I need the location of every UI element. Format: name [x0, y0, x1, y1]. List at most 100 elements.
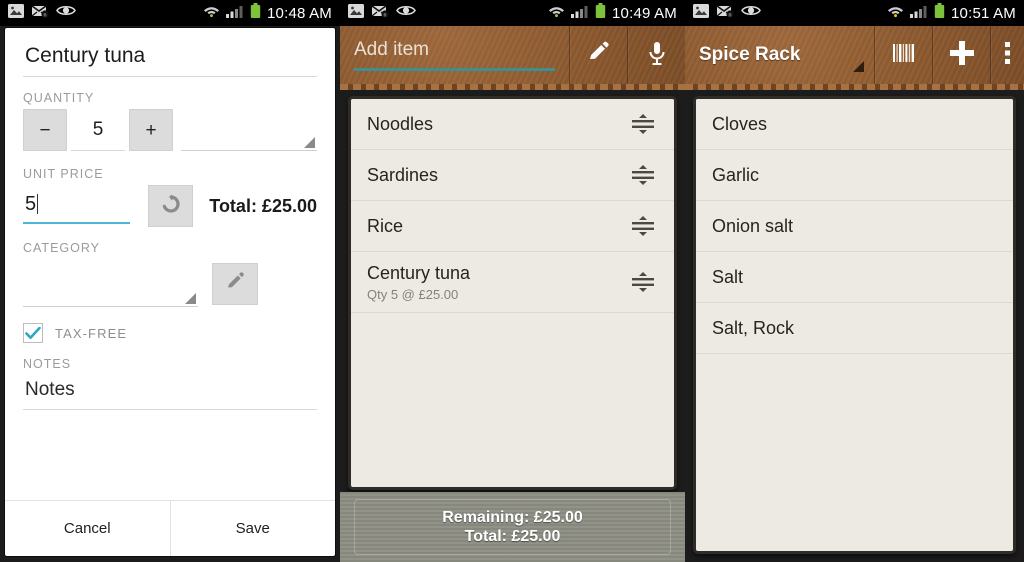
barcode-icon [891, 40, 917, 71]
drag-handle-icon[interactable] [628, 215, 658, 237]
quantity-value[interactable]: 5 [71, 109, 125, 151]
image-icon [348, 3, 364, 23]
unit-price-value: 5 [25, 192, 37, 215]
overflow-menu-button[interactable] [990, 26, 1024, 84]
list-item[interactable]: Garlic [696, 150, 1013, 201]
wifi-icon [203, 4, 220, 23]
phone-screen-item-form: n 10:48 AM Century tuna QUANTITY − 5 + U… [0, 0, 340, 562]
list-item-subtitle: Qty 5 @ £25.00 [367, 286, 459, 302]
undo-icon [160, 193, 182, 220]
status-bar-left-icons: n [8, 3, 76, 23]
signal-icon [910, 4, 928, 23]
list-item[interactable]: Onion salt [696, 201, 1013, 252]
status-bar-right-icons: 10:51 AM [887, 2, 1016, 24]
item-form-body: Century tuna QUANTITY − 5 + UNIT PRICE 5 [5, 28, 335, 500]
drag-handle-icon[interactable] [628, 271, 658, 293]
list-item-texts: Salt [712, 267, 997, 288]
cancel-button[interactable]: Cancel [5, 501, 170, 556]
battery-icon [595, 2, 606, 24]
quantity-decrement-button[interactable]: − [23, 109, 67, 151]
pencil-icon [224, 271, 246, 298]
list-item-title: Salt [712, 266, 744, 287]
image-icon [8, 3, 24, 23]
list-item[interactable]: Salt, Rock [696, 303, 1013, 354]
status-bar-clock: 10:51 AM [951, 4, 1016, 22]
header-stitch-decoration [685, 84, 1024, 90]
microphone-icon [645, 40, 669, 71]
list-item-title: Garlic [712, 164, 760, 185]
phone-screen-shopping-list: n 10:49 AM Add item Noodles Sardines Ric… [340, 0, 685, 562]
list-item[interactable]: Noodles [351, 99, 674, 150]
add-item-input[interactable]: Add item [354, 39, 555, 71]
status-bar-clock: 10:48 AM [267, 4, 332, 22]
list-item-texts: Cloves [712, 114, 997, 135]
phone-screen-spice-rack: n 10:51 AM Spice Rack Cloves Garlic Onio… [685, 0, 1024, 562]
total-amount: Total: £25.00 [464, 527, 561, 545]
list-item-texts: Onion salt [712, 216, 997, 237]
unit-price-label: UNIT PRICE [23, 167, 104, 181]
signal-icon [571, 4, 589, 23]
signal-icon [226, 4, 244, 23]
list-item-title: Cloves [712, 113, 768, 134]
unit-price-row: 5 Total: £25.00 [23, 185, 317, 227]
list-item-title: Rice [367, 215, 404, 236]
tax-free-checkbox[interactable] [23, 323, 43, 343]
wifi-icon [887, 4, 904, 23]
tax-free-label: TAX-FREE [55, 325, 128, 341]
barcode-scan-button[interactable] [874, 26, 932, 84]
overflow-menu-icon [1004, 40, 1011, 71]
status-bar-3: n 10:51 AM [685, 0, 1024, 26]
status-bar-right-icons: 10:49 AM [548, 2, 677, 24]
add-item-input-wrap: Add item [354, 39, 555, 71]
list-item[interactable]: Salt [696, 252, 1013, 303]
save-button[interactable]: Save [169, 501, 336, 556]
three-phone-screenshots: n 10:48 AM Century tuna QUANTITY − 5 + U… [0, 0, 1024, 562]
status-bar-2: n 10:49 AM [340, 0, 685, 26]
voice-input-button[interactable] [627, 26, 685, 84]
list-item-texts: Garlic [712, 165, 997, 186]
text-caret [37, 193, 39, 214]
chevron-down-icon [185, 293, 196, 304]
plus-icon [947, 38, 977, 73]
drag-handle-icon[interactable] [628, 113, 658, 135]
category-row [23, 259, 317, 307]
no-sms-icon: n [31, 4, 49, 23]
header-stitch-decoration [340, 84, 685, 90]
notes-input[interactable]: Notes [23, 375, 317, 410]
unit-price-input[interactable]: 5 [23, 189, 131, 224]
list-item[interactable]: Cloves [696, 99, 1013, 150]
edit-item-button[interactable] [569, 26, 627, 84]
item-form-card: Century tuna QUANTITY − 5 + UNIT PRICE 5 [5, 28, 335, 556]
status-bar-1: n 10:48 AM [0, 0, 340, 26]
status-bar-right-icons: 10:48 AM [203, 2, 332, 24]
quantity-increment-button[interactable]: + [129, 109, 173, 151]
list-item[interactable]: Rice [351, 201, 674, 252]
page-title: Spice Rack [699, 44, 801, 65]
add-item-button[interactable] [932, 26, 990, 84]
category-edit-button[interactable] [212, 263, 258, 305]
image-icon [693, 3, 709, 23]
list-item-texts: Noodles [367, 114, 628, 135]
list-item[interactable]: Sardines [351, 150, 674, 201]
app-header-3: Spice Rack [685, 26, 1024, 90]
svg-text:n: n [729, 12, 732, 18]
quantity-unit-spinner[interactable] [181, 109, 317, 151]
eye-icon [396, 4, 416, 22]
notes-label: NOTES [23, 357, 72, 371]
list-title-area[interactable]: Spice Rack [685, 26, 874, 84]
no-sms-icon: n [716, 4, 734, 23]
list-item[interactable]: Century tuna Qty 5 @ £25.00 [351, 252, 674, 313]
wifi-icon [548, 4, 565, 23]
item-name-input[interactable]: Century tuna [23, 38, 317, 77]
category-label: CATEGORY [23, 241, 100, 255]
chevron-down-icon [853, 61, 864, 72]
category-spinner[interactable] [23, 263, 198, 307]
price-history-button[interactable] [148, 185, 194, 227]
no-sms-icon: n [371, 4, 389, 23]
remaining-amount: Remaining: £25.00 [442, 508, 583, 526]
quantity-label: QUANTITY [23, 91, 95, 105]
eye-icon [56, 4, 76, 22]
list-item-title: Salt, Rock [712, 317, 795, 338]
tax-free-row[interactable]: TAX-FREE [23, 323, 317, 343]
drag-handle-icon[interactable] [628, 164, 658, 186]
